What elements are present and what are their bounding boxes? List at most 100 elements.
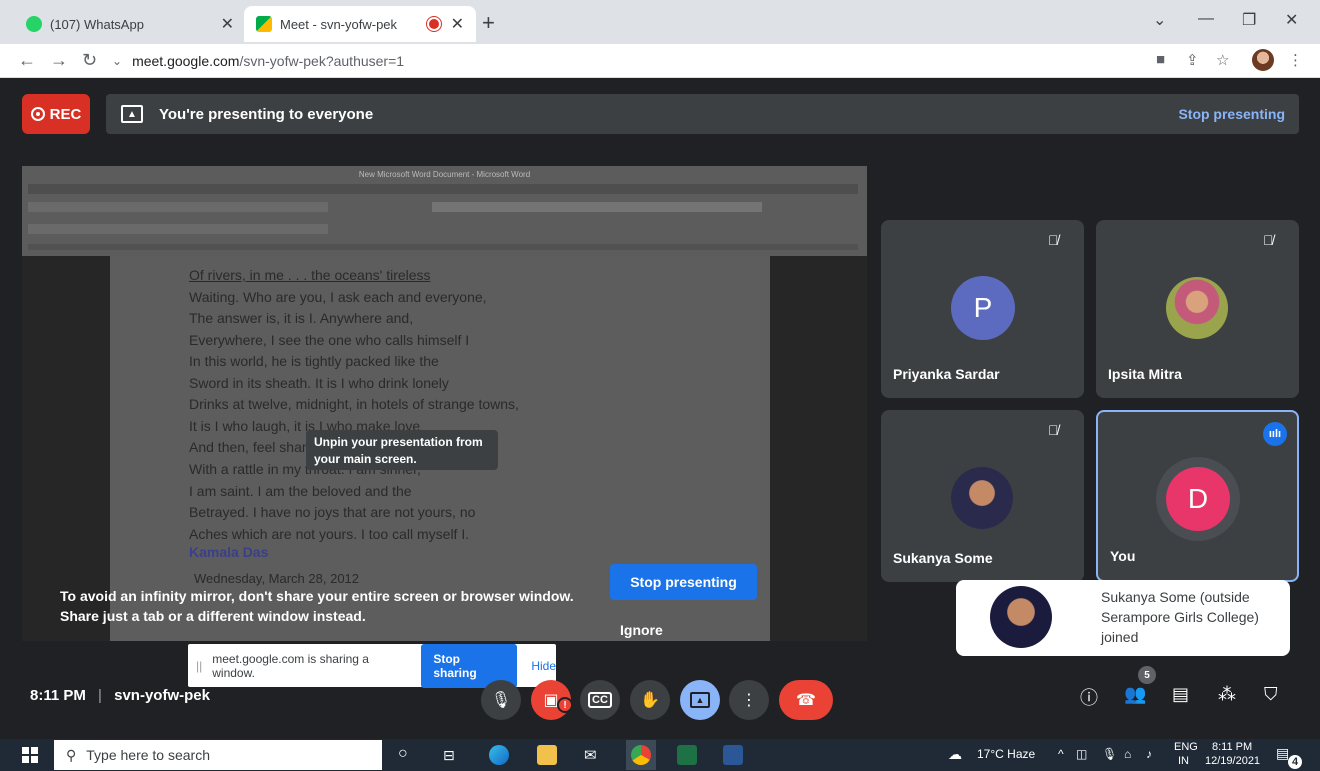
windows-start-icon[interactable] <box>22 747 38 763</box>
leave-call-button[interactable]: ☎ <box>779 680 833 720</box>
search-placeholder: Type here to search <box>86 747 211 763</box>
more-options-button[interactable]: ⋮ <box>729 680 769 720</box>
url-field[interactable]: ⌄ meet.google.com/svn-yofw-pek?authuser=… <box>112 48 1122 74</box>
avatar: D <box>1166 467 1230 531</box>
whatsapp-icon <box>26 16 42 32</box>
meeting-code: svn-yofw-pek <box>114 687 210 704</box>
edge-icon[interactable] <box>489 745 509 765</box>
close-tab-icon[interactable]: ✕ <box>451 14 464 34</box>
rec-label: REC <box>49 105 82 123</box>
cortana-icon[interactable]: ○ <box>398 745 408 763</box>
meet-icon <box>256 16 272 32</box>
avatar: P <box>951 276 1015 340</box>
mic-off-icon: 🎙̸ <box>1048 422 1059 438</box>
doc-line: In this world, he is tightly packed like… <box>189 353 439 369</box>
hide-link[interactable]: Hide <box>531 659 556 673</box>
present-screen-icon: ▲ <box>690 692 710 708</box>
present-now-button[interactable]: ▲ <box>680 680 720 720</box>
participant-tile-priyanka[interactable]: 🎙̸ P Priyanka Sardar <box>881 220 1084 398</box>
captions-icon: CC <box>588 692 612 708</box>
raise-hand-button[interactable]: ✋ <box>630 680 670 720</box>
taskbar-search-input[interactable]: ⚲ Type here to search <box>54 740 382 770</box>
participant-name: Priyanka Sardar <box>893 366 1000 382</box>
info-icon[interactable]: ⓘ <box>1080 684 1098 710</box>
close-window-icon[interactable]: ✕ <box>1285 10 1298 30</box>
url-host: meet.google.com <box>132 53 240 69</box>
tray-overflow-icon[interactable]: ^ <box>1058 747 1064 761</box>
doc-line: Of rivers, in me . . . the oceans' tirel… <box>189 267 431 283</box>
host-controls-icon[interactable]: ⛉ <box>1264 684 1278 705</box>
weather-text[interactable]: 17°C Haze <box>977 747 1035 761</box>
bookmark-star-icon[interactable]: ☆ <box>1216 51 1229 69</box>
mail-icon[interactable]: ✉ <box>584 746 597 764</box>
minimize-icon[interactable]: — <box>1198 10 1214 28</box>
divider: | <box>98 687 102 704</box>
chat-icon[interactable]: ▤ <box>1172 684 1189 705</box>
notification-count-badge: 4 <box>1288 755 1302 769</box>
taskbar-time[interactable]: 8:11 PM <box>1212 741 1252 753</box>
doc-line: The answer is, it is I. Anywhere and, <box>189 310 414 326</box>
mic-off-icon: 🎙̸ <box>1263 232 1274 248</box>
activities-icon[interactable]: ⁂ <box>1218 684 1236 705</box>
new-tab-icon[interactable]: + <box>482 10 495 36</box>
warning-line: To avoid an infinity mirror, don't share… <box>60 588 574 604</box>
browser-tabstrip: (107) WhatsApp ✕ Meet - svn-yofw-pek ✕ +… <box>0 0 1320 44</box>
participant-tile-sukanya[interactable]: 🎙̸ Sukanya Some <box>881 410 1084 582</box>
tab-meet[interactable]: Meet - svn-yofw-pek ✕ <box>244 6 476 42</box>
participant-photo <box>990 586 1052 648</box>
excel-icon[interactable] <box>677 745 697 765</box>
unpin-tooltip: Unpin your presentation from your main s… <box>306 430 498 470</box>
browser-menu-icon[interactable]: ⋮ <box>1288 51 1303 69</box>
mic-off-icon: 🎙̸ <box>1048 232 1059 248</box>
search-icon: ⚲ <box>66 746 77 763</box>
word-tabs <box>28 184 858 194</box>
drag-handle-icon[interactable]: || <box>196 659 202 673</box>
hang-up-icon: ☎ <box>796 692 816 709</box>
back-icon[interactable]: ← <box>18 50 36 71</box>
people-icon[interactable]: 👥 <box>1124 684 1146 705</box>
ignore-button[interactable]: Ignore <box>620 622 663 638</box>
meet-controls-bar: 8:11 PM | svn-yofw-pek 🎙 ▣ ! CC ✋ ▲ ⋮ ☎ … <box>0 666 1320 732</box>
tray-mic-icon[interactable]: 🎙 <box>1102 747 1117 761</box>
url-path: /svn-yofw-pek?authuser=1 <box>239 53 405 69</box>
doc-line: Betrayed. I have no joys that are not yo… <box>189 504 476 520</box>
close-tab-icon[interactable]: ✕ <box>221 14 234 34</box>
more-vert-icon: ⋮ <box>741 692 757 709</box>
site-info-icon[interactable]: ⌄ <box>112 54 122 68</box>
forward-icon[interactable]: → <box>50 50 68 71</box>
participant-photo <box>1166 277 1228 339</box>
share-icon[interactable]: ⇪ <box>1186 51 1199 69</box>
meet-tray-icon[interactable]: ◫ <box>1076 747 1087 761</box>
captions-button[interactable]: CC <box>580 680 620 720</box>
restore-icon[interactable]: ❐ <box>1242 10 1256 30</box>
doc-line: Waiting. Who are you, I ask each and eve… <box>189 289 487 305</box>
windows-taskbar: ⚲ Type here to search ○ ⊟ ✉ ☁ 17°C Haze … <box>0 739 1320 771</box>
profile-avatar[interactable] <box>1252 49 1274 71</box>
meeting-details: 8:11 PM | svn-yofw-pek <box>30 687 210 704</box>
tab-search-icon[interactable]: ⌄ <box>1153 10 1166 30</box>
language-indicator[interactable]: ENG <box>1174 741 1198 753</box>
tab-whatsapp[interactable]: (107) WhatsApp ✕ <box>14 6 246 42</box>
tab-title: (107) WhatsApp <box>50 16 144 32</box>
network-icon[interactable]: ⌂ <box>1124 747 1131 761</box>
word-icon[interactable] <box>723 745 743 765</box>
chrome-icon[interactable] <box>631 745 651 765</box>
taskbar-date[interactable]: 12/19/2021 <box>1205 755 1260 767</box>
task-view-icon[interactable]: ⊟ <box>443 747 455 764</box>
record-icon <box>30 107 45 121</box>
stop-presenting-link[interactable]: Stop presenting <box>1178 106 1285 122</box>
microphone-button[interactable]: 🎙 <box>481 680 521 720</box>
warning-line: Share just a tab or a different window i… <box>60 608 366 624</box>
hand-icon: ✋ <box>640 692 660 709</box>
stop-presenting-button[interactable]: Stop presenting <box>610 564 757 600</box>
file-explorer-icon[interactable] <box>537 745 557 765</box>
participant-tile-ipsita[interactable]: 🎙̸ Ipsita Mitra <box>1096 220 1299 398</box>
camera-icon[interactable]: ■ <box>1156 51 1165 68</box>
participant-tile-you[interactable]: ıılı D You <box>1096 410 1299 582</box>
volume-icon[interactable]: ♪ <box>1146 747 1152 761</box>
reload-icon[interactable]: ↻ <box>82 50 97 71</box>
recording-badge[interactable]: REC <box>22 94 90 134</box>
doc-line: Drinks at twelve, midnight, in hotels of… <box>189 396 519 412</box>
speaking-indicator-icon: ıılı <box>1263 422 1287 446</box>
doc-line: Everywhere, I see the one who calls hims… <box>189 332 470 348</box>
